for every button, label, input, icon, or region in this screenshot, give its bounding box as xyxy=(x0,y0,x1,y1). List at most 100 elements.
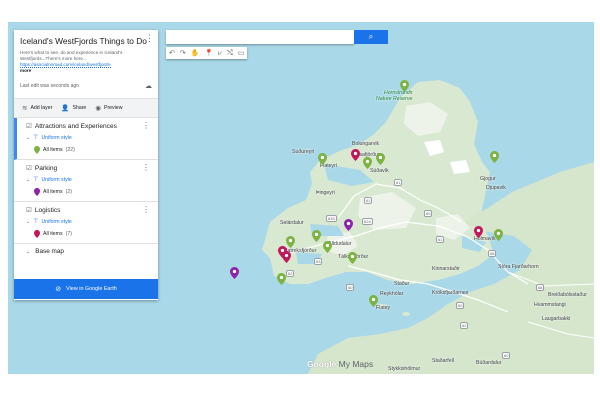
map-label-nature-reserve: Nature Reserve xyxy=(376,96,413,102)
attraction-pin[interactable] xyxy=(494,229,503,241)
add-layer-label: Add layer xyxy=(30,105,53,111)
map-label-kroksfjardarnes: Króksfjarðarnes xyxy=(432,290,469,296)
attraction-pin[interactable] xyxy=(490,151,499,163)
road-number: 68 xyxy=(488,250,497,257)
description-more[interactable]: more xyxy=(20,68,152,74)
layer-style-label: Uniform style xyxy=(41,218,72,225)
items-label: All items xyxy=(43,189,63,195)
layer-checkbox[interactable]: ☑ xyxy=(26,164,32,172)
attraction-pin[interactable] xyxy=(400,80,409,92)
attraction-pin[interactable] xyxy=(312,230,321,242)
logistics-pin[interactable] xyxy=(282,251,291,263)
draw-line-icon[interactable]: ⩗ xyxy=(218,50,222,57)
road-number: 633 xyxy=(326,215,337,222)
parking-pin[interactable] xyxy=(230,267,239,279)
my-maps-logo-text: My Maps xyxy=(338,359,374,369)
preview-button[interactable]: ◉ Preview xyxy=(95,104,122,112)
layer-options-icon[interactable]: ⋮ xyxy=(142,163,150,172)
layer-attractions[interactable]: ☑ Attractions and Experiences ⋮ ⌄ ⊤ Unif… xyxy=(14,118,158,160)
add-layer-button[interactable]: ≋ Add layer xyxy=(22,104,52,112)
layer-style-link[interactable]: ⌄ ⊤ Uniform style xyxy=(26,176,152,184)
preview-label: Preview xyxy=(103,105,123,111)
map-label-stadarfell: Staðarfell xyxy=(432,358,454,364)
layer-options-icon[interactable]: ⋮ xyxy=(142,121,150,130)
attraction-pin[interactable] xyxy=(369,295,378,307)
parking-pin[interactable] xyxy=(344,219,353,231)
map-title[interactable]: Iceland's WestFjords Things to Do xyxy=(20,36,152,46)
red-pin-icon xyxy=(34,230,40,238)
search-button[interactable]: ⌕ xyxy=(354,30,388,44)
road-number: 61 xyxy=(364,197,373,204)
chevron-down-icon[interactable]: ⌄ xyxy=(26,219,30,225)
layer-name[interactable]: Logistics xyxy=(35,207,61,214)
layer-name[interactable]: Parking xyxy=(35,165,57,172)
road-number: 61 xyxy=(394,179,403,186)
base-map-toggle[interactable]: ⌄ Base map xyxy=(14,244,158,259)
base-map-label: Base map xyxy=(35,248,64,255)
marker-icon[interactable]: 📍 xyxy=(204,50,213,57)
layer-checkbox[interactable]: ☑ xyxy=(26,206,32,214)
layer-style-label: Uniform style xyxy=(41,134,72,141)
attraction-pin[interactable] xyxy=(277,273,286,285)
undo-icon[interactable]: ↶ xyxy=(169,50,175,57)
chevron-down-icon[interactable]: ⌄ xyxy=(26,135,30,141)
more-options-icon[interactable]: ⋮ xyxy=(145,34,154,43)
layer-items-row[interactable]: All items (2) xyxy=(34,188,152,196)
map-label-sudavik: Súðavík xyxy=(370,168,389,174)
add-person-icon: 👤 xyxy=(61,105,70,112)
layer-logistics[interactable]: ☑ Logistics ⋮ ⌄ ⊤ Uniform style All item… xyxy=(14,202,158,244)
attraction-pin[interactable] xyxy=(323,241,332,253)
share-button[interactable]: 👤 Share xyxy=(61,104,86,112)
attraction-pin[interactable] xyxy=(318,153,327,165)
road-number: 60 xyxy=(346,284,355,291)
logistics-pin[interactable] xyxy=(351,149,360,161)
chevron-down-icon[interactable]: ⌄ xyxy=(26,249,30,255)
layer-items-row[interactable]: All items (22) xyxy=(34,146,152,154)
layer-parking[interactable]: ☑ Parking ⋮ ⌄ ⊤ Uniform style All items … xyxy=(14,160,158,202)
attraction-pin[interactable] xyxy=(376,153,385,165)
map-label-bolungarvik: Bolungarvik xyxy=(352,141,380,147)
ruler-icon[interactable]: ▭ xyxy=(238,50,245,57)
logistics-pin[interactable] xyxy=(474,226,483,238)
layer-checkbox[interactable]: ☑ xyxy=(26,122,32,130)
paint-roller-icon: ⊤ xyxy=(33,219,39,225)
directions-icon[interactable]: ⤭ xyxy=(227,50,233,57)
map-label-thingeyri: Þingeyri xyxy=(316,190,335,196)
paint-roller-icon: ⊤ xyxy=(33,177,39,183)
layer-options-icon[interactable]: ⋮ xyxy=(142,205,150,214)
view-in-google-earth-button[interactable]: ⊘ View in Google Earth xyxy=(14,279,158,299)
map-label-stadur: Staður xyxy=(394,281,410,287)
map-label-djupavik: Djupavik xyxy=(486,185,506,191)
no-entry-icon: ⊘ xyxy=(55,286,62,293)
map-label-stora-fjardarhorn: Stóra Fjarðarhorn xyxy=(498,264,539,270)
map-label-flatey: Flatey xyxy=(376,305,391,311)
last-edit-row: Last edit was seconds ago ☁ xyxy=(20,82,152,90)
layer-name[interactable]: Attractions and Experiences xyxy=(35,123,117,130)
panel-actions: ≋ Add layer 👤 Share ◉ Preview xyxy=(14,98,158,118)
redo-icon[interactable]: ↷ xyxy=(180,50,186,57)
search-input[interactable] xyxy=(166,30,354,44)
map-label-laugarbakki: Laugarbakki xyxy=(542,316,571,322)
layer-style-link[interactable]: ⌄ ⊤ Uniform style xyxy=(26,218,152,226)
attraction-pin[interactable] xyxy=(286,236,295,248)
hand-icon[interactable]: ✋ xyxy=(191,50,200,57)
panel-header: Iceland's WestFjords Things to Do ⋮ Here… xyxy=(14,30,158,94)
layer-style-label: Uniform style xyxy=(41,176,72,183)
items-count: (7) xyxy=(65,231,72,237)
items-label: All items xyxy=(43,231,63,237)
road-number: 60 xyxy=(502,352,511,359)
map-label-reykholar: Reykhólar xyxy=(380,291,404,297)
chevron-down-icon[interactable]: ⌄ xyxy=(26,177,30,183)
attraction-pin[interactable] xyxy=(363,157,372,169)
map-legend-panel: Iceland's WestFjords Things to Do ⋮ Here… xyxy=(14,30,158,300)
attraction-pin[interactable] xyxy=(348,252,357,264)
layer-style-link[interactable]: ⌄ ⊤ Uniform style xyxy=(26,134,152,142)
road-number: 63 xyxy=(314,258,323,265)
map-description[interactable]: Here's what to see, do and experience in… xyxy=(20,50,152,62)
purple-pin-icon xyxy=(34,188,40,196)
earth-button-label: View in Google Earth xyxy=(66,286,117,292)
map-label-hvammstangi: Hvammstangi xyxy=(534,302,566,308)
google-logo-text: Google xyxy=(307,359,337,369)
road-number: 68 xyxy=(536,284,545,291)
layer-items-row[interactable]: All items (7) xyxy=(34,230,152,238)
